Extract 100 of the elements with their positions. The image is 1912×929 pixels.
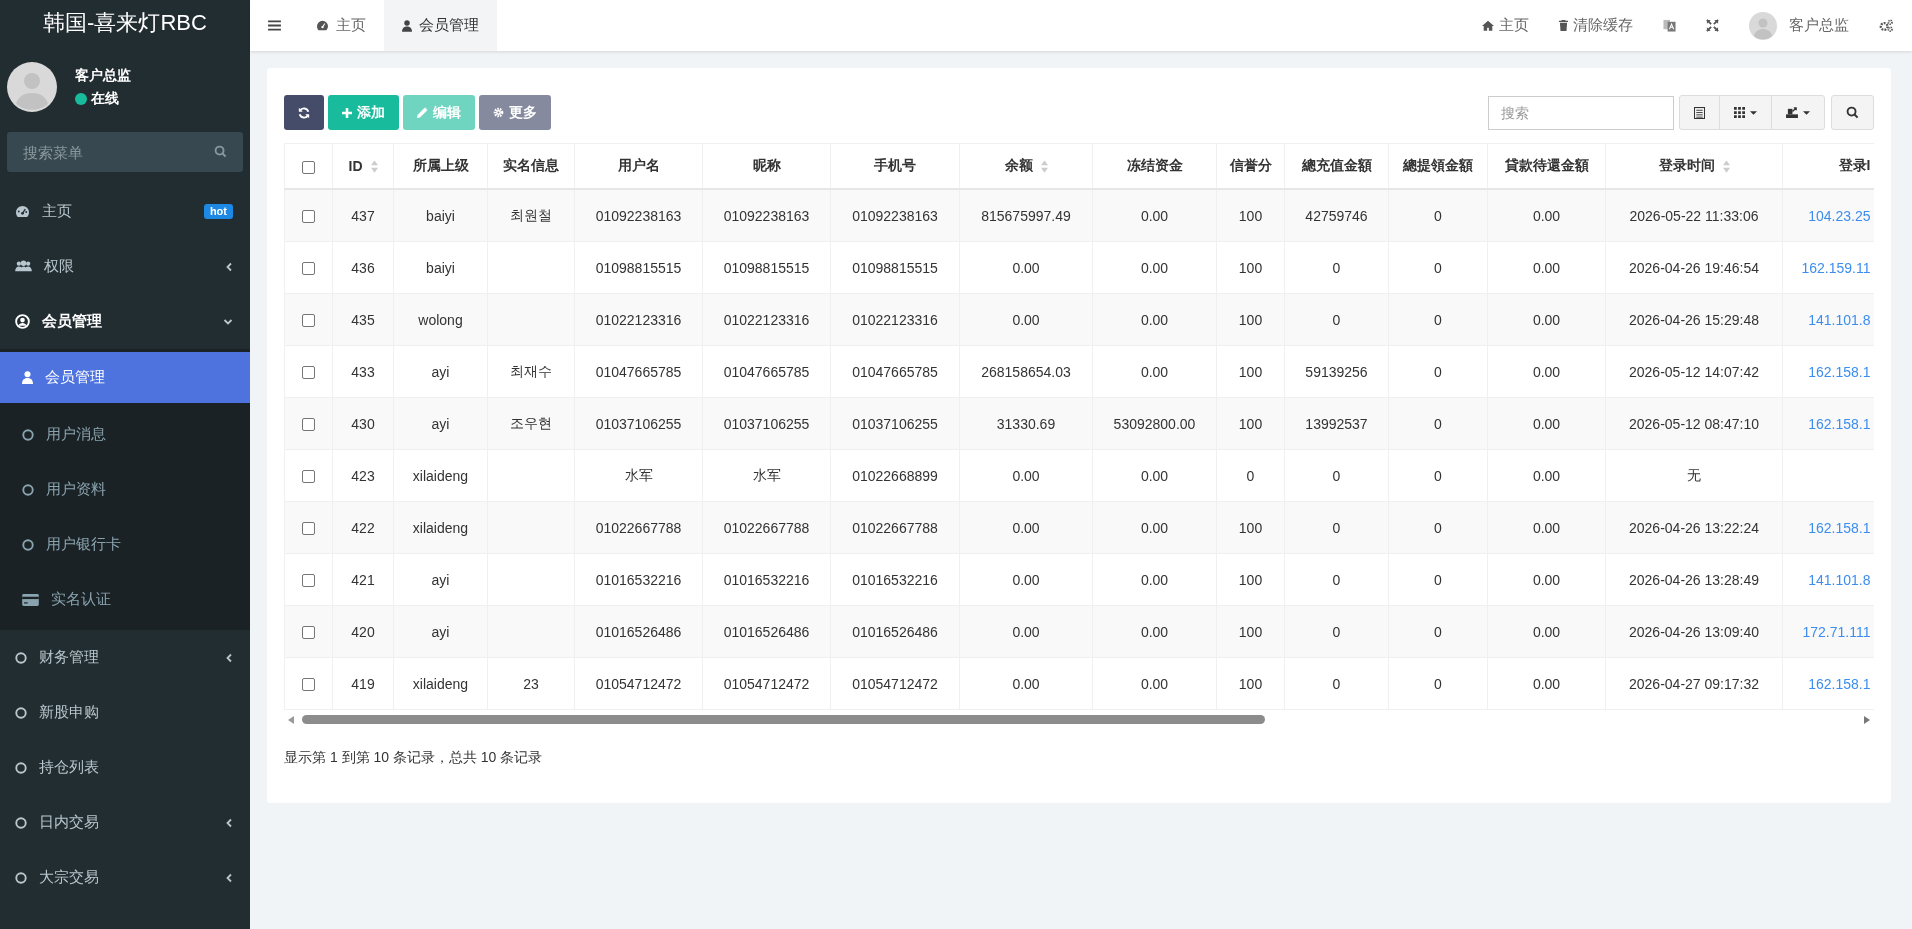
refresh-icon [298, 106, 310, 119]
table-cell: xilaideng [412, 519, 469, 536]
table-cell: 0.00 [1140, 311, 1169, 328]
table-cell: 815675997.49 [981, 207, 1071, 224]
table-cell: 2026-04-26 13:28:49 [1629, 571, 1759, 588]
submenu-item[interactable]: 用户资料 [0, 462, 250, 517]
table-cell: 423 [351, 467, 375, 484]
table-cell: 水军 [624, 466, 653, 483]
search-icon [214, 145, 227, 158]
table-cell: 31330.69 [996, 415, 1056, 432]
submenu-item[interactable]: 会员管理 [0, 352, 250, 403]
table-cell: 0 [1332, 675, 1341, 692]
page-tab[interactable]: 会员管理 [384, 0, 497, 51]
export-button[interactable] [1771, 95, 1825, 130]
submenu-item[interactable]: 实名认证 [0, 572, 250, 627]
user-status: 在线 [91, 89, 119, 108]
more-button[interactable]: 更多 [479, 95, 551, 130]
user-circle-icon [15, 314, 30, 329]
row-checkbox[interactable] [302, 626, 315, 640]
table-cell: 0 [1434, 259, 1442, 276]
menu-item[interactable]: 持仓列表 [0, 740, 250, 795]
table-cell: 0 [1434, 623, 1442, 640]
translate-icon[interactable] [1663, 19, 1676, 32]
table-cell: 100 [1238, 519, 1263, 536]
table-cell: 0.00 [1532, 311, 1561, 328]
user-menu[interactable]: 客户总监 [1749, 11, 1849, 40]
gauge-icon [15, 205, 30, 218]
select-all-checkbox[interactable] [302, 160, 315, 174]
row-checkbox[interactable] [302, 314, 315, 328]
submenu-item[interactable]: 用户银行卡 [0, 517, 250, 572]
pagination-info: 显示第 1 到第 10 条记录，总共 10 条记录 [284, 749, 544, 767]
menu-item[interactable]: 日内交易 [0, 795, 250, 850]
table-cell: 01098815515 [723, 259, 810, 276]
row-checkbox[interactable] [302, 262, 315, 276]
menu-item[interactable]: 会员管理 [0, 294, 250, 349]
table-cell: 01092238163 [852, 207, 938, 224]
list-view-button[interactable] [1679, 95, 1720, 130]
fullscreen-icon[interactable] [1706, 19, 1719, 32]
table-cell: 0.00 [1012, 675, 1040, 692]
circle-icon [15, 706, 27, 719]
circle-icon [22, 428, 34, 441]
table-cell: 430 [351, 415, 375, 432]
table-cell: 01022123316 [852, 311, 938, 328]
table-cell: 435 [351, 311, 375, 328]
table-cell: 01047665785 [595, 363, 682, 380]
table-cell: 01022668899 [852, 467, 938, 484]
sort-icon [1040, 159, 1048, 173]
table-cell: 0.00 [1140, 363, 1169, 380]
row-checkbox[interactable] [302, 522, 315, 536]
submenu-item[interactable]: 用户消息 [0, 407, 250, 462]
row-checkbox[interactable] [302, 210, 315, 224]
table-cell: 421 [351, 571, 375, 588]
table-cell: 01022667788 [852, 519, 938, 536]
table-cell: xilaideng [412, 675, 469, 692]
table-cell: 01037106255 [723, 415, 810, 432]
table-cell: 268158654.03 [981, 363, 1071, 380]
refresh-button[interactable] [284, 95, 324, 130]
menu-item[interactable]: 财务管理 [0, 630, 250, 685]
table-cell: ayi [431, 623, 450, 640]
table-cell: 최재수 [510, 362, 552, 379]
menu-item[interactable]: 主页 hot [0, 184, 250, 239]
menu-item[interactable]: 大宗交易 [0, 850, 250, 905]
menu-item[interactable]: 新股申购 [0, 685, 250, 740]
row-checkbox[interactable] [302, 418, 315, 432]
table-cell: 0.00 [1532, 259, 1561, 276]
menu-item[interactable]: 权限 [0, 239, 250, 294]
table-cell: 01098815515 [595, 259, 682, 276]
table-cell: 01037106255 [852, 415, 938, 432]
clear-cache-button[interactable]: 清除缓存 [1559, 16, 1633, 35]
row-checkbox[interactable] [302, 678, 315, 692]
row-checkbox[interactable] [302, 366, 315, 380]
table-cell: 100 [1238, 571, 1263, 588]
table-cell: 59139256 [1305, 363, 1368, 380]
home-icon [1482, 20, 1494, 31]
table-cell: 23 [523, 675, 539, 692]
avatar-icon [1749, 11, 1777, 40]
page-tab[interactable]: 主页 [298, 0, 384, 51]
table-cell: 01054712472 [723, 675, 810, 692]
table-cell: 0.00 [1140, 467, 1169, 484]
menu-icon[interactable] [268, 20, 281, 31]
table-cell: 01047665785 [852, 363, 938, 380]
columns-button[interactable] [1719, 95, 1772, 130]
scroll-right-icon [1864, 715, 1870, 724]
home-link[interactable]: 主页 [1482, 16, 1529, 35]
menu-search-field[interactable]: 搜索菜单 [7, 132, 243, 172]
table-cell: wolong [418, 311, 463, 328]
table-cell: 0.00 [1140, 623, 1169, 640]
table-cell: 433 [351, 363, 375, 380]
table-cell: ayi [431, 363, 450, 380]
scrollbar-thumb[interactable] [302, 715, 1266, 724]
row-checkbox[interactable] [302, 470, 315, 484]
list-icon [1694, 106, 1705, 119]
table-cell: 0.00 [1532, 415, 1561, 432]
search-field[interactable]: 搜索 [1488, 95, 1674, 130]
brand-logo[interactable]: 韩国-喜来灯RBC [0, 0, 250, 46]
table-cell: 2026-04-27 09:17:32 [1629, 675, 1759, 692]
table-cell: 100 [1238, 311, 1263, 328]
row-checkbox[interactable] [302, 574, 315, 588]
search-button[interactable] [1831, 95, 1874, 130]
table-cell: 01016526486 [852, 623, 938, 640]
